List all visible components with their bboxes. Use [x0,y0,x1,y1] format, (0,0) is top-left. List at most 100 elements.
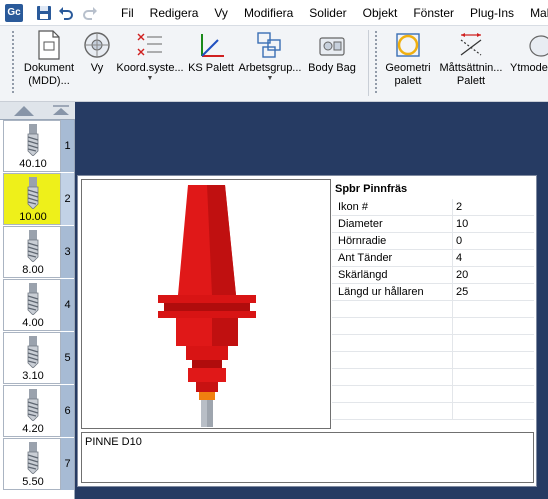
tool-number[interactable]: 5 [61,332,74,384]
tool-cell[interactable]: 3.10 [3,332,61,384]
end-mill-icon [25,177,41,210]
tool-strip-scrollbar [0,102,75,120]
tool-slot[interactable]: 40.10 1 [2,120,74,172]
end-mill-icon [25,124,41,157]
property-row [332,386,534,403]
body-bag-button[interactable]: Body Bag [304,28,360,98]
tool-diameter: 40.10 [19,158,47,170]
vy-button[interactable]: Vy [80,28,114,98]
arbetsgrupp-label: Arbetsgrup... [238,62,302,74]
menu-solider[interactable]: Solider [301,6,354,20]
tool-preview [81,179,331,429]
surface-mode-icon [524,28,548,62]
tool-cell[interactable]: 8.00 [3,226,61,278]
redo-icon[interactable] [80,3,100,23]
mattsattning-palett-button[interactable]: Måttsättnin... Palett [434,28,508,98]
geometri-palett-button[interactable]: Geometri palett [382,28,434,98]
coordinate-system-icon [133,28,167,62]
ytmode-label: Ytmode [510,62,548,74]
menu-makro[interactable]: Makro [522,6,548,20]
menu-plug-ins[interactable]: Plug-Ins [462,6,522,20]
view-sphere-icon [80,28,114,62]
tool-slot[interactable]: 5.50 7 [2,438,74,490]
tool-strip: 40.10 1 10.00 2 8.00 3 4.00 4 3.10 5 4.20 6 5.50 7 [0,102,75,499]
tool-slot[interactable]: 8.00 3 [2,226,74,278]
tool-cell[interactable]: 10.00 [3,173,61,225]
column-divider [452,369,453,386]
ribbon-grip[interactable] [374,30,378,94]
column-divider [452,250,453,267]
tool-number[interactable]: 4 [61,279,74,331]
column-divider [452,335,453,352]
end-mill-icon [25,389,41,422]
tool-diameter: 10.00 [19,211,47,223]
menu-modifiera[interactable]: Modifiera [236,6,301,20]
column-divider [452,199,453,216]
property-value: 20 [456,269,469,281]
tool-number[interactable]: 1 [61,120,74,172]
menu-redigera[interactable]: Redigera [142,6,207,20]
geometry-palette-icon [391,28,425,62]
axes-icon [194,28,228,62]
dimension-icon [454,28,488,62]
description-text: PINNE D10 [85,436,142,448]
property-row [332,335,534,352]
undo-icon[interactable] [56,3,76,23]
menu-items: Fil Redigera Vy Modifiera Solider Objekt… [113,0,548,26]
app-logo[interactable]: Gc [5,4,23,22]
tool-holder-image [158,185,256,427]
property-row: Ant Tänder 4 [332,250,534,267]
menu-fil[interactable]: Fil [113,6,142,20]
tool-properties: Spbr Pinnfräs Ikon # 2 Diameter 10 Hörnradie… [332,179,534,429]
workgroup-icon [253,28,287,62]
tool-slot[interactable]: 4.00 4 [2,279,74,331]
tool-diameter: 5.50 [22,476,44,488]
ribbon-grip[interactable] [11,30,15,94]
tool-cell[interactable]: 40.10 [3,120,61,172]
tool-slot[interactable]: 10.00 2 [2,173,74,225]
tool-number[interactable]: 2 [61,173,74,225]
tool-cell[interactable]: 4.20 [3,385,61,437]
tool-slot[interactable]: 4.20 6 [2,385,74,437]
property-value: 2 [456,201,463,213]
column-divider [452,301,453,318]
tool-number[interactable]: 3 [61,226,74,278]
tool-cell[interactable]: 5.50 [3,438,61,490]
tool-slot[interactable]: 3.10 5 [2,332,74,384]
property-value: 0 [456,235,463,247]
dokument-button[interactable]: Dokument (MDD)... [20,28,78,98]
tool-number[interactable]: 6 [61,385,74,437]
property-row [332,318,534,335]
property-name: Diameter [338,218,383,230]
column-divider [452,216,453,233]
scroll-up-icon[interactable] [14,106,34,116]
property-name: Hörnradie [338,235,387,247]
geometri-label-1: Geometri [385,62,431,74]
dokument-label-2: (MDD)... [28,75,70,87]
chevron-down-icon[interactable]: ▼ [267,75,274,83]
end-mill-icon [25,283,41,316]
tool-info-card: Spbr Pinnfräs Ikon # 2 Diameter 10 Hörnradie… [77,175,537,487]
tool-diameter: 8.00 [22,264,44,276]
scroll-to-top-icon[interactable] [52,105,70,117]
menu-vy[interactable]: Vy [206,6,236,20]
property-value: 10 [456,218,469,230]
save-icon[interactable] [34,3,54,23]
property-name: Ikon # [338,201,368,213]
property-row [332,403,534,420]
menu-objekt[interactable]: Objekt [355,6,406,20]
ks-palett-button[interactable]: KS Palett [186,28,236,98]
koord-system-button[interactable]: Koord.syste... ▼ [116,28,184,98]
tool-number[interactable]: 7 [61,438,74,490]
tool-description: PINNE D10 [81,432,534,483]
column-divider [452,233,453,250]
column-divider [452,352,453,369]
ribbon-separator [368,30,369,96]
arbetsgrupp-button[interactable]: Arbetsgrup... ▼ [236,28,304,98]
property-row [332,301,534,318]
menu-fonster[interactable]: Fönster [405,6,462,20]
ytmode-button[interactable]: Ytmode [510,28,548,98]
tool-cell[interactable]: 4.00 [3,279,61,331]
property-value: 4 [456,252,463,264]
chevron-down-icon[interactable]: ▼ [147,75,154,83]
